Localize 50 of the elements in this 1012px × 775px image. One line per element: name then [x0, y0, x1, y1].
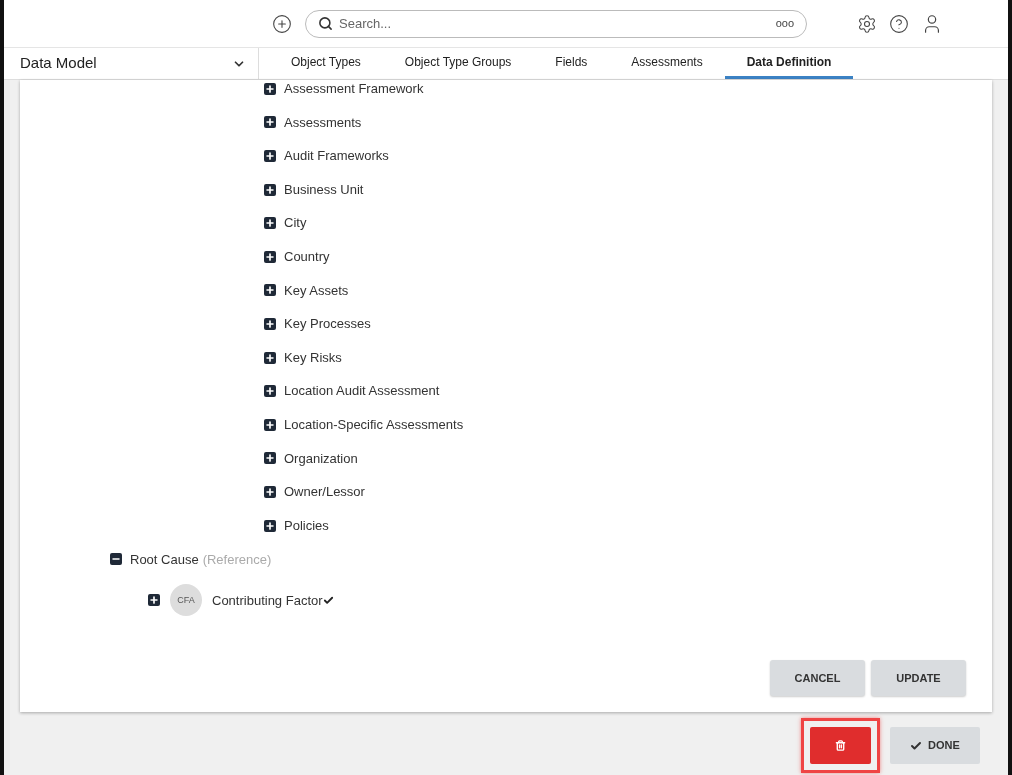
tree-item-label[interactable]: Country — [284, 247, 330, 267]
tree-item-label[interactable]: City — [284, 213, 307, 233]
tree-item-label[interactable]: Audit Frameworks — [284, 146, 389, 166]
expand-icon[interactable] — [264, 385, 276, 398]
search-options[interactable]: ooo — [775, 15, 794, 32]
tree-item-label[interactable]: Contributing Factor — [212, 590, 323, 611]
tab[interactable]: Assessments — [609, 48, 725, 79]
settings-icon[interactable] — [857, 13, 877, 34]
expand-icon[interactable] — [264, 284, 276, 297]
expand-icon[interactable] — [264, 217, 276, 230]
tree-item-label[interactable]: Policies — [284, 515, 329, 536]
tree-item-label[interactable]: Location Audit Assessment — [284, 381, 440, 401]
expand-icon[interactable] — [264, 82, 276, 95]
expand-icon[interactable] — [264, 116, 276, 129]
expand-icon[interactable] — [264, 519, 276, 532]
expand-icon[interactable] — [264, 250, 276, 263]
form-button[interactable]: CANCEL — [770, 660, 865, 697]
collapse-icon[interactable] — [110, 553, 122, 566]
avatar: CFA — [170, 584, 202, 617]
expand-icon[interactable] — [264, 485, 276, 498]
tab[interactable]: Object Types — [269, 48, 383, 79]
search-icon — [318, 16, 333, 31]
tree-item-label[interactable]: Root Cause — [130, 549, 199, 570]
tab[interactable]: Object Type Groups — [382, 48, 534, 79]
expand-icon[interactable] — [264, 452, 276, 465]
tree-item-label[interactable]: Assessments — [284, 112, 362, 133]
tree-item-label[interactable]: Key Risks — [284, 347, 342, 368]
tree-item-label[interactable]: Organization — [284, 448, 358, 469]
expand-icon[interactable] — [264, 351, 276, 364]
tab[interactable]: Fields — [533, 48, 610, 79]
tree-item-label[interactable]: Business Unit — [284, 179, 364, 200]
tree-item-label[interactable]: Owner/Lessor — [284, 482, 365, 502]
expand-icon[interactable] — [264, 418, 276, 431]
help-icon[interactable] — [889, 13, 909, 34]
trash-icon — [835, 740, 846, 751]
expand-icon[interactable] — [264, 317, 276, 330]
tree-item-label[interactable]: Key Processes — [284, 314, 371, 334]
check-icon — [910, 739, 923, 752]
expand-icon[interactable] — [264, 183, 276, 196]
reference-note: (Reference) — [202, 550, 272, 569]
tree-item-label[interactable]: Assessment Framework — [284, 80, 424, 99]
tree-item-label[interactable]: Key Assets — [284, 280, 349, 301]
form-button[interactable]: UPDATE — [871, 660, 966, 697]
expand-icon[interactable] — [148, 594, 160, 607]
add-icon[interactable] — [272, 13, 292, 34]
tree-item-label[interactable]: Location-Specific Assessments — [284, 415, 464, 435]
done-button[interactable]: DONE — [890, 727, 980, 764]
expand-icon[interactable] — [264, 150, 276, 162]
delete-button[interactable] — [810, 727, 871, 764]
app-selector[interactable]: Data Model — [4, 48, 259, 79]
